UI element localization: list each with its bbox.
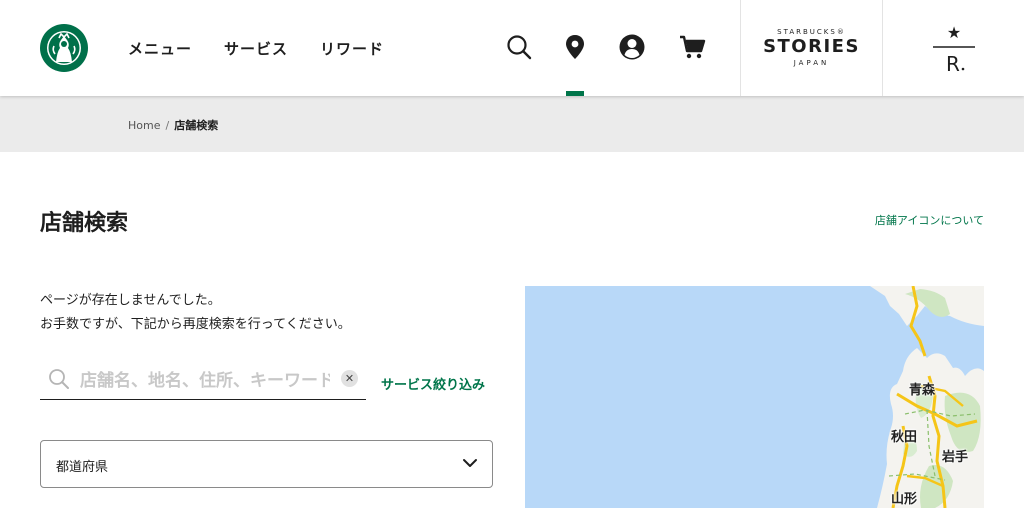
breadcrumb-current: 店舗検索 bbox=[174, 119, 219, 132]
account-icon[interactable] bbox=[618, 33, 646, 61]
not-found-message: ページが存在しませんでした。 お手数ですが、下記から再度検索を行ってください。 bbox=[40, 289, 351, 337]
nav-item-rewards[interactable]: リワード bbox=[320, 38, 384, 59]
reserve-logo-icon: ★ R bbox=[933, 23, 975, 74]
store-search-input[interactable] bbox=[78, 366, 332, 396]
store-map[interactable]: 青森 秋田 岩手 山形 bbox=[525, 286, 984, 508]
reserve-star: ★ bbox=[947, 23, 961, 42]
map-label-yamagata: 山形 bbox=[891, 492, 918, 507]
map-label-akita: 秋田 bbox=[891, 430, 918, 445]
breadcrumb-bar: Home / 店舗検索 bbox=[0, 96, 1024, 152]
stories-subtitle: JAPAN bbox=[793, 59, 830, 67]
search-icon bbox=[49, 369, 69, 389]
main-nav: メニュー サービス リワード bbox=[128, 38, 416, 59]
stories-link[interactable]: STARBUCKS® STORIES JAPAN bbox=[741, 0, 882, 96]
stories-brand-top: STARBUCKS® bbox=[777, 28, 846, 36]
reserve-letter: R bbox=[946, 52, 960, 74]
stories-title: STORIES bbox=[763, 36, 860, 57]
prefecture-select-label: 都道府県 bbox=[56, 460, 109, 475]
prefecture-select[interactable]: 都道府県 bbox=[40, 440, 493, 488]
store-search-box: ✕ bbox=[40, 362, 366, 400]
cart-icon[interactable] bbox=[678, 33, 706, 61]
starbucks-logo-icon[interactable] bbox=[40, 24, 88, 72]
breadcrumb-separator: / bbox=[165, 119, 170, 132]
clear-search-button[interactable]: ✕ bbox=[341, 370, 358, 387]
service-filter-link[interactable]: サービス絞り込み bbox=[381, 374, 485, 393]
site-header: メニュー サービス リワード STARBUCKS® STORIES JAPAN … bbox=[0, 0, 1024, 96]
store-icon-info-link[interactable]: 店舗アイコンについて bbox=[875, 212, 984, 228]
active-nav-indicator bbox=[566, 91, 584, 96]
breadcrumb-home[interactable]: Home bbox=[128, 119, 160, 132]
message-line: お手数ですが、下記から再度検索を行ってください。 bbox=[40, 317, 351, 332]
message-line: ページが存在しませんでした。 bbox=[40, 293, 221, 308]
chevron-down-icon bbox=[463, 459, 477, 467]
map-label-aomori: 青森 bbox=[909, 383, 936, 398]
reserve-link[interactable]: ★ R bbox=[883, 0, 1024, 96]
map-label-iwate: 岩手 bbox=[942, 450, 969, 465]
nav-item-menu[interactable]: メニュー bbox=[128, 38, 192, 59]
breadcrumb: Home / 店舗検索 bbox=[128, 117, 218, 133]
nav-item-services[interactable]: サービス bbox=[224, 38, 288, 59]
search-icon[interactable] bbox=[505, 33, 533, 61]
location-pin-icon[interactable] bbox=[561, 33, 589, 61]
page-title: 店舗検索 bbox=[40, 211, 129, 236]
